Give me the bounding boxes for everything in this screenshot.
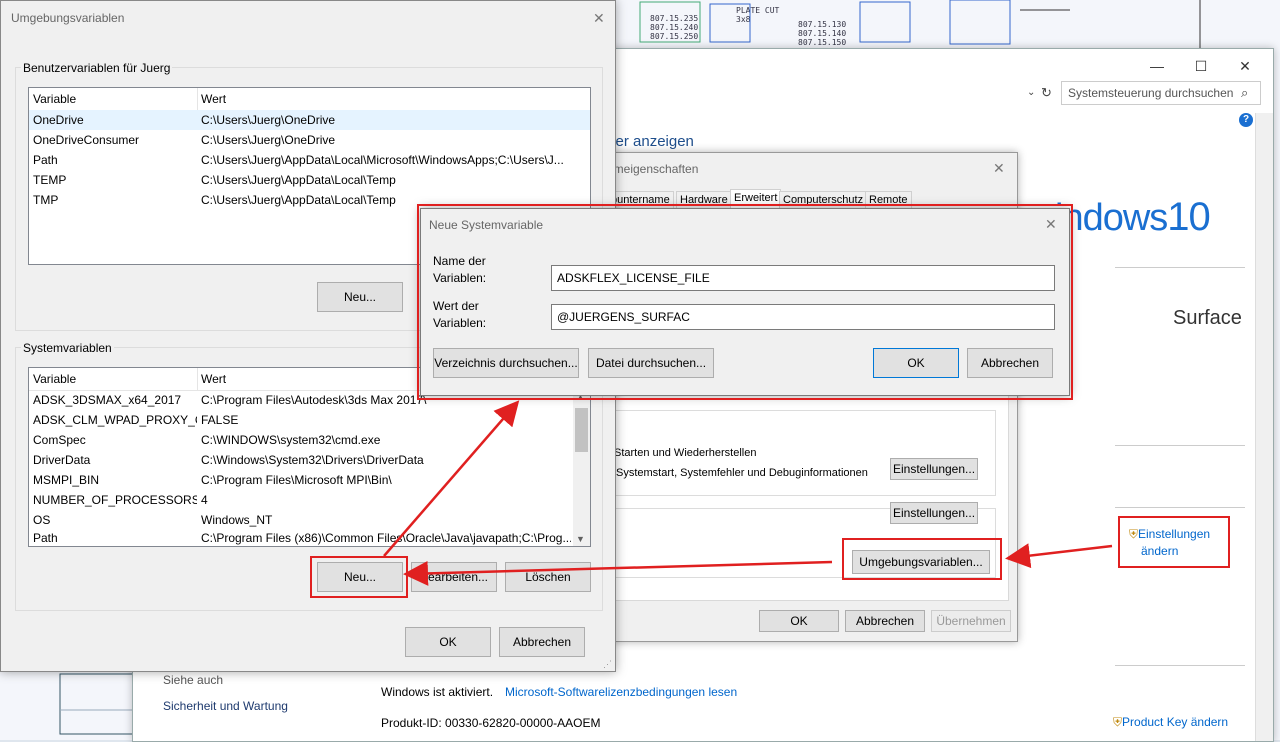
arrow (1005, 543, 1113, 569)
arrow (383, 400, 520, 557)
arrow (403, 560, 833, 586)
annotation-arrows (383, 400, 1113, 586)
